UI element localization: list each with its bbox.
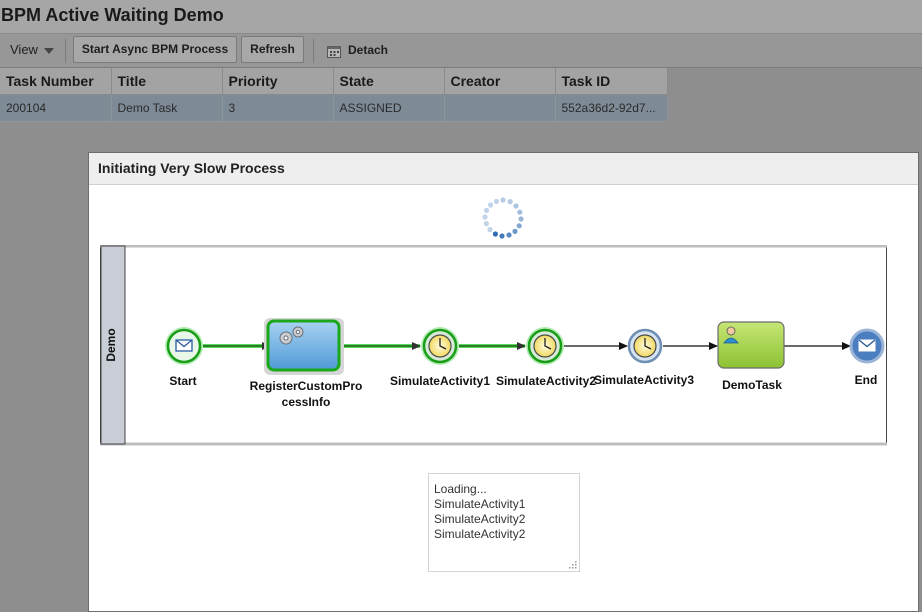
node-label-register-line1: RegisterCustomPro: [250, 379, 363, 393]
node-label-end: End: [855, 373, 878, 387]
node-label-demotask: DemoTask: [722, 378, 782, 392]
clock-icon: [533, 334, 557, 358]
node-label-sim2: SimulateActivity2: [496, 374, 596, 388]
app-title: BPM Active Waiting Demo: [0, 0, 922, 33]
clock-icon: [428, 334, 452, 358]
clock-icon: [633, 334, 657, 358]
demotask-human-task[interactable]: DemoTask: [717, 321, 785, 392]
log-line: SimulateActivity1: [434, 497, 526, 511]
view-menu[interactable]: View: [10, 42, 54, 58]
cell-title: Demo Task: [111, 94, 223, 121]
node-label-start: Start: [169, 374, 196, 388]
process-log-textarea[interactable]: Loading... SimulateActivity1 SimulateAct…: [428, 473, 580, 572]
log-line: SimulateActivity2: [434, 512, 526, 526]
node-label-sim1: SimulateActivity1: [390, 374, 490, 388]
dialog-title: Initiating Very Slow Process: [89, 153, 918, 185]
chevron-down-icon: [43, 47, 54, 54]
toolbar-separator: [65, 39, 66, 63]
column-header-task-id[interactable]: Task ID: [555, 68, 668, 95]
column-header-title[interactable]: Title: [111, 68, 223, 95]
cell-creator: [444, 94, 556, 121]
view-menu-label: View: [10, 42, 38, 57]
column-header-priority[interactable]: Priority: [222, 68, 334, 95]
toolbar-separator: [313, 39, 314, 63]
process-diagram: Demo Start RegisterCustomPro cessInfo Si…: [100, 245, 887, 446]
detach-button[interactable]: Detach: [327, 42, 388, 58]
task-table: Task Number Title Priority State Creator…: [0, 68, 668, 122]
start-async-bpm-process-button[interactable]: Start Async BPM Process: [73, 36, 237, 63]
envelope-filled-icon: [858, 339, 876, 352]
detach-label: Detach: [348, 43, 389, 57]
node-label-register-line2: cessInfo: [282, 395, 331, 409]
log-line: Loading...: [434, 482, 487, 496]
node-label-sim3: SimulateActivity3: [594, 373, 694, 387]
detach-window-icon: [327, 45, 341, 58]
cell-task-number: 200104: [0, 94, 112, 121]
resize-grip-icon[interactable]: [569, 561, 577, 569]
column-header-creator[interactable]: Creator: [444, 68, 556, 95]
cell-task-id: 552a36d2-92d7...: [555, 94, 668, 121]
envelope-icon: [175, 339, 193, 352]
column-header-task-number[interactable]: Task Number: [0, 68, 112, 95]
cell-state: ASSIGNED: [333, 94, 445, 121]
table-header-row: Task Number Title Priority State Creator…: [0, 68, 668, 95]
refresh-button[interactable]: Refresh: [241, 36, 304, 63]
table-row[interactable]: 200104 Demo Task 3 ASSIGNED 552a36d2-92d…: [0, 94, 668, 121]
lane-label: Demo: [104, 328, 118, 361]
toolbar: View Start Async BPM Process Refresh Det…: [0, 33, 922, 68]
loading-spinner-icon: [482, 197, 524, 239]
column-header-state[interactable]: State: [333, 68, 445, 95]
log-line: SimulateActivity2: [434, 527, 526, 541]
process-dialog: Initiating Very Slow Process Demo Start …: [88, 152, 919, 612]
cell-priority: 3: [222, 94, 334, 121]
